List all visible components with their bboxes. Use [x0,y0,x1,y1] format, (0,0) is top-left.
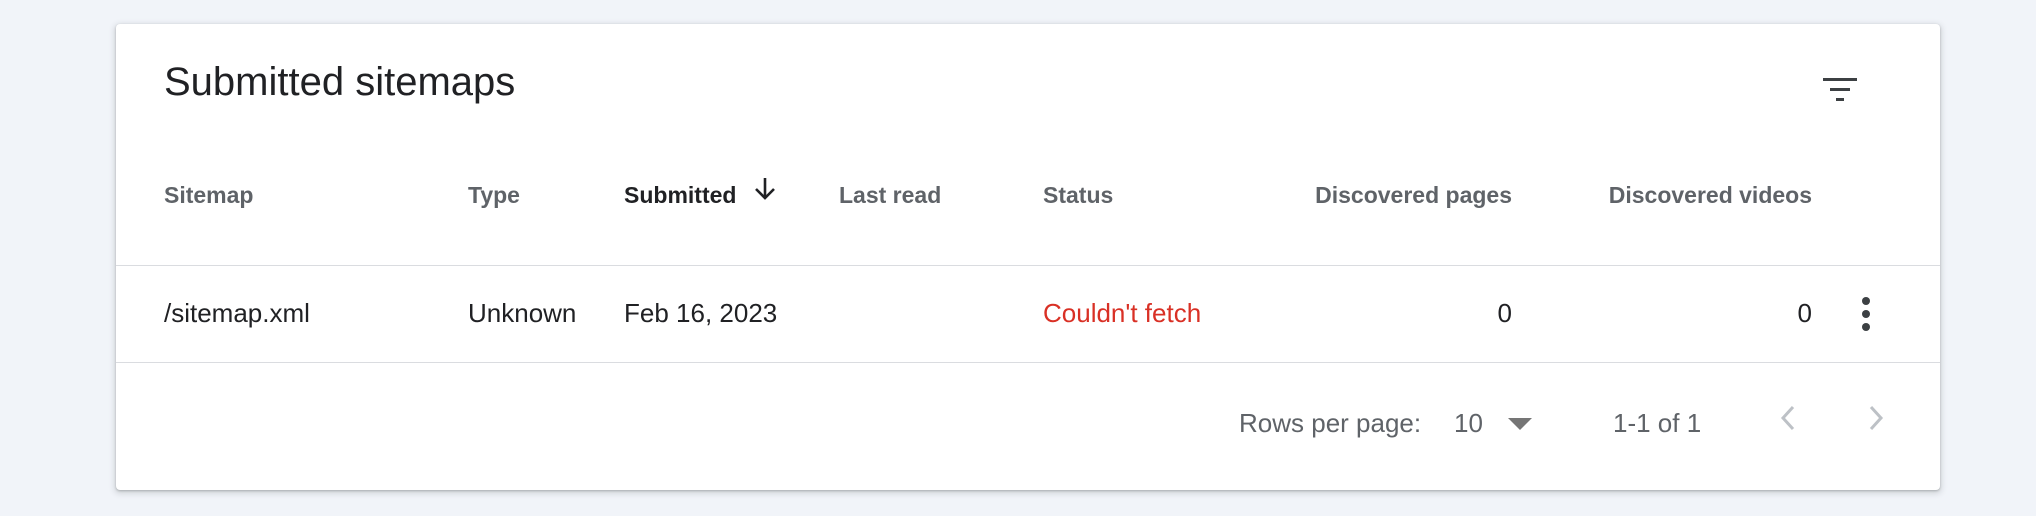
filter-button[interactable] [1812,62,1868,118]
table-row[interactable]: /sitemap.xml Unknown Feb 16, 2023 Couldn… [116,265,1940,363]
rows-per-page-value: 10 [1454,408,1483,438]
column-header-discovered-pages[interactable]: Discovered pages [1315,184,1512,207]
cell-status: Couldn't fetch [1043,298,1202,328]
caret-down-icon [1508,418,1532,430]
cell-discovered-pages: 0 [1497,298,1512,328]
previous-page-button[interactable] [1764,394,1812,442]
column-header-type[interactable]: Type [468,184,520,207]
cell-type: Unknown [468,298,577,328]
more-vert-icon [1862,297,1870,331]
next-page-button[interactable] [1852,394,1900,442]
chevron-right-icon [1869,405,1884,431]
chevron-left-icon [1780,405,1795,431]
submitted-sitemaps-card: Submitted sitemaps Sitemap Type Submitte… [116,24,1940,490]
cell-sitemap: /sitemap.xml [164,298,310,328]
rows-per-page-label: Rows per page: [1239,408,1422,438]
pagination-range: 1-1 of 1 [1613,408,1702,438]
rows-per-page-select[interactable]: 10 [1454,400,1566,446]
column-header-submitted[interactable]: Submitted [624,184,736,207]
cell-submitted: Feb 16, 2023 [624,298,778,328]
filter-list-icon [1823,78,1857,101]
column-header-last-read[interactable]: Last read [839,184,941,207]
column-header-sitemap[interactable]: Sitemap [164,184,253,207]
cell-discovered-videos: 0 [1797,298,1812,328]
column-header-status[interactable]: Status [1043,184,1113,207]
row-menu-button[interactable] [1842,290,1890,338]
column-header-discovered-videos[interactable]: Discovered videos [1609,184,1812,207]
pagination-bar: Rows per page: 10 1-1 of 1 [116,364,1940,474]
arrow-down-icon[interactable] [750,174,780,204]
card-title: Submitted sitemaps [164,60,516,104]
table-header: Sitemap Type Submitted Last read Status … [116,174,1940,214]
